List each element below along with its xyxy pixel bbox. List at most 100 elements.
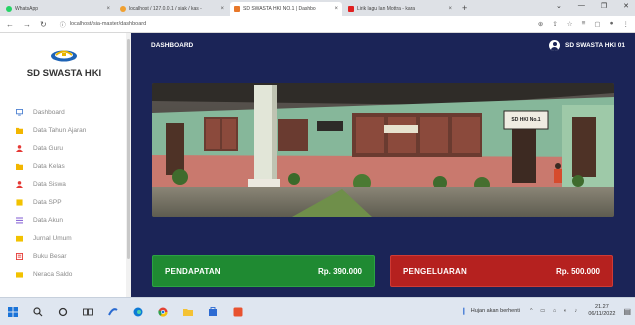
user-menu[interactable]: SD SWASTA HKI 01 [549,39,625,51]
sidebar-item-label: Data Siswa [33,180,66,188]
tray-icons[interactable]: ^ ▭ ⌂ ◐ ♪ [530,308,580,314]
income-card[interactable]: PENDAPATAN Rp. 390.000 [152,255,375,287]
school-logo-icon [51,50,77,61]
weather-widget[interactable]: ❙ Hujan akan berhenti [461,307,520,315]
tab-search-icon[interactable]: ⌄ [556,2,562,10]
minimize-icon[interactable]: — [578,2,585,10]
browser-tab[interactable]: WhatsApp × [2,2,114,16]
expense-value: Rp. 500.000 [555,266,600,276]
share-icon[interactable]: ⇪ [552,20,557,28]
school-building-image: SD HKI No.1 [152,83,614,217]
sidebar-item-label: Data Tahun Ajaran [33,126,87,134]
sidebar-item-data-kelas[interactable]: Data Kelas [0,157,128,175]
expense-label: PENGELUARAN [403,266,467,276]
forward-icon[interactable]: → [23,20,31,29]
tab-label: SD SWASTA HKI NO.1 | Dashbo [243,6,316,12]
topbar: DASHBOARD SD SWASTA HKI 01 [131,33,635,57]
sidebar-item-label: Data Guru [33,144,63,152]
sidebar-menu: Dashboard Data Tahun Ajaran Data Guru Da… [0,103,128,283]
bookmark-star-icon[interactable]: ☆ [567,20,573,28]
school-photo: SD HKI No.1 [152,83,614,217]
close-icon[interactable]: × [334,6,338,12]
income-label: PENDAPATAN [165,266,221,276]
clock-time: 21.27 [594,304,609,310]
browser-tab[interactable]: Lirik lagu Ian Mottra - kara × [344,2,456,16]
sidebar-item-label: Dashboard [33,108,65,116]
clock[interactable]: 21.27 06/11/2022 [588,304,615,318]
sidebar-item-neraca-saldo[interactable]: Neraca Saldo [0,265,128,283]
folder-icon [16,163,23,170]
sidebar: SD SWASTA HKI Dashboard Data Tahun Ajara… [0,33,128,297]
sidebar-item-label: Data SPP [33,198,62,206]
monitor-icon [16,108,23,116]
site-favicon-icon [234,6,240,12]
book-icon [16,235,23,242]
clock-date: 06/11/2022 [588,311,616,317]
browser-actions: ⊕ ⇪ ☆ ≡ ▢ ● ⋮ [538,20,629,28]
notifications-icon[interactable]: ▤ [623,307,631,316]
sidebar-school-name: SD SWASTA HKI [26,67,102,79]
taskbar: ❙ Hujan akan berhenti ^ ▭ ⌂ ◐ ♪ 21.27 06… [0,297,635,325]
browser-tab[interactable]: localhost / 127.0.0.1 / siak / kas - × [116,2,228,16]
sidebar-item-data-siswa[interactable]: Data Siswa [0,175,128,193]
back-icon[interactable]: ← [6,20,14,29]
folder-icon [16,127,23,134]
close-icon[interactable]: × [448,6,452,12]
sidebar-scrollbar-thumb[interactable] [127,39,130,259]
sidebar-item-label: Data Kelas [33,162,65,170]
avatar [549,39,561,51]
sidebar-brand[interactable]: SD SWASTA HKI [0,33,128,93]
phpmyadmin-icon [120,6,126,12]
weather-icon: ❙ [460,308,467,315]
sidebar-item-data-akun[interactable]: Data Akun [0,211,128,229]
close-icon[interactable]: × [220,6,224,12]
url-field[interactable]: ⓘ localhost/sia-master/dashboard [60,20,146,29]
tab-label: WhatsApp [15,6,39,12]
url-text: localhost/sia-master/dashboard [69,21,147,27]
zoom-icon[interactable]: ⊕ [538,20,543,28]
reading-list-icon[interactable]: ≡ [582,20,586,28]
menu-dots-icon[interactable]: ⋮ [623,20,630,28]
app-icon[interactable] [233,307,243,317]
close-window-icon[interactable]: ✕ [623,2,629,10]
tab-label: Lirik lagu Ian Mottra - kara [357,6,416,12]
whatsapp-icon [6,6,12,12]
expense-card[interactable]: PENGELUARAN Rp. 500.000 [390,255,613,287]
sidebar-item-data-tahun-ajaran[interactable]: Data Tahun Ajaran [0,121,128,139]
maximize-icon[interactable]: ❐ [601,2,607,10]
document-icon [16,198,23,206]
sidebar-item-label: Data Akun [33,216,63,224]
youtube-icon [348,6,354,12]
income-value: Rp. 390.000 [317,266,362,276]
task-view-icon[interactable] [83,307,93,317]
close-icon[interactable]: × [106,6,110,12]
profile-icon[interactable]: ● [610,20,614,28]
system-tray: ❙ Hujan akan berhenti ^ ▭ ⌂ ◐ ♪ 21.27 06… [461,304,631,318]
edge-icon[interactable] [133,307,143,317]
sidebar-item-dashboard[interactable]: Dashboard [0,103,128,121]
chrome-icon[interactable] [158,307,168,317]
search-icon[interactable] [33,306,43,317]
sidebar-item-jurnal-umum[interactable]: Jurnal Umum [0,229,128,247]
balance-icon [16,271,23,278]
new-tab-button[interactable]: + [462,2,467,16]
browser-tab-active[interactable]: SD SWASTA HKI NO.1 | Dashbo × [230,2,342,16]
sidebar-item-data-spp[interactable]: Data SPP [0,193,128,211]
xampp-icon[interactable] [108,307,118,317]
side-panel-icon[interactable]: ▢ [594,20,600,28]
window-controls: ⌄ — ❐ ✕ [556,2,629,10]
ledger-icon [16,252,23,260]
cortana-icon[interactable] [58,307,68,317]
sidebar-item-label: Neraca Saldo [33,270,73,278]
sidebar-item-buku-besar[interactable]: Buku Besar [0,247,128,265]
sidebar-item-label: Jurnal Umum [33,234,72,242]
windows-start-icon[interactable] [8,306,18,317]
site-info-icon[interactable]: ⓘ [60,20,66,29]
user-icon [16,180,23,188]
sidebar-item-label: Buku Besar [33,252,67,260]
reload-icon[interactable]: ↻ [40,20,47,29]
browser-tab-strip: WhatsApp × localhost / 127.0.0.1 / siak … [0,0,635,16]
sidebar-item-data-guru[interactable]: Data Guru [0,139,128,157]
store-icon[interactable] [208,306,218,317]
file-explorer-icon[interactable] [183,307,193,317]
